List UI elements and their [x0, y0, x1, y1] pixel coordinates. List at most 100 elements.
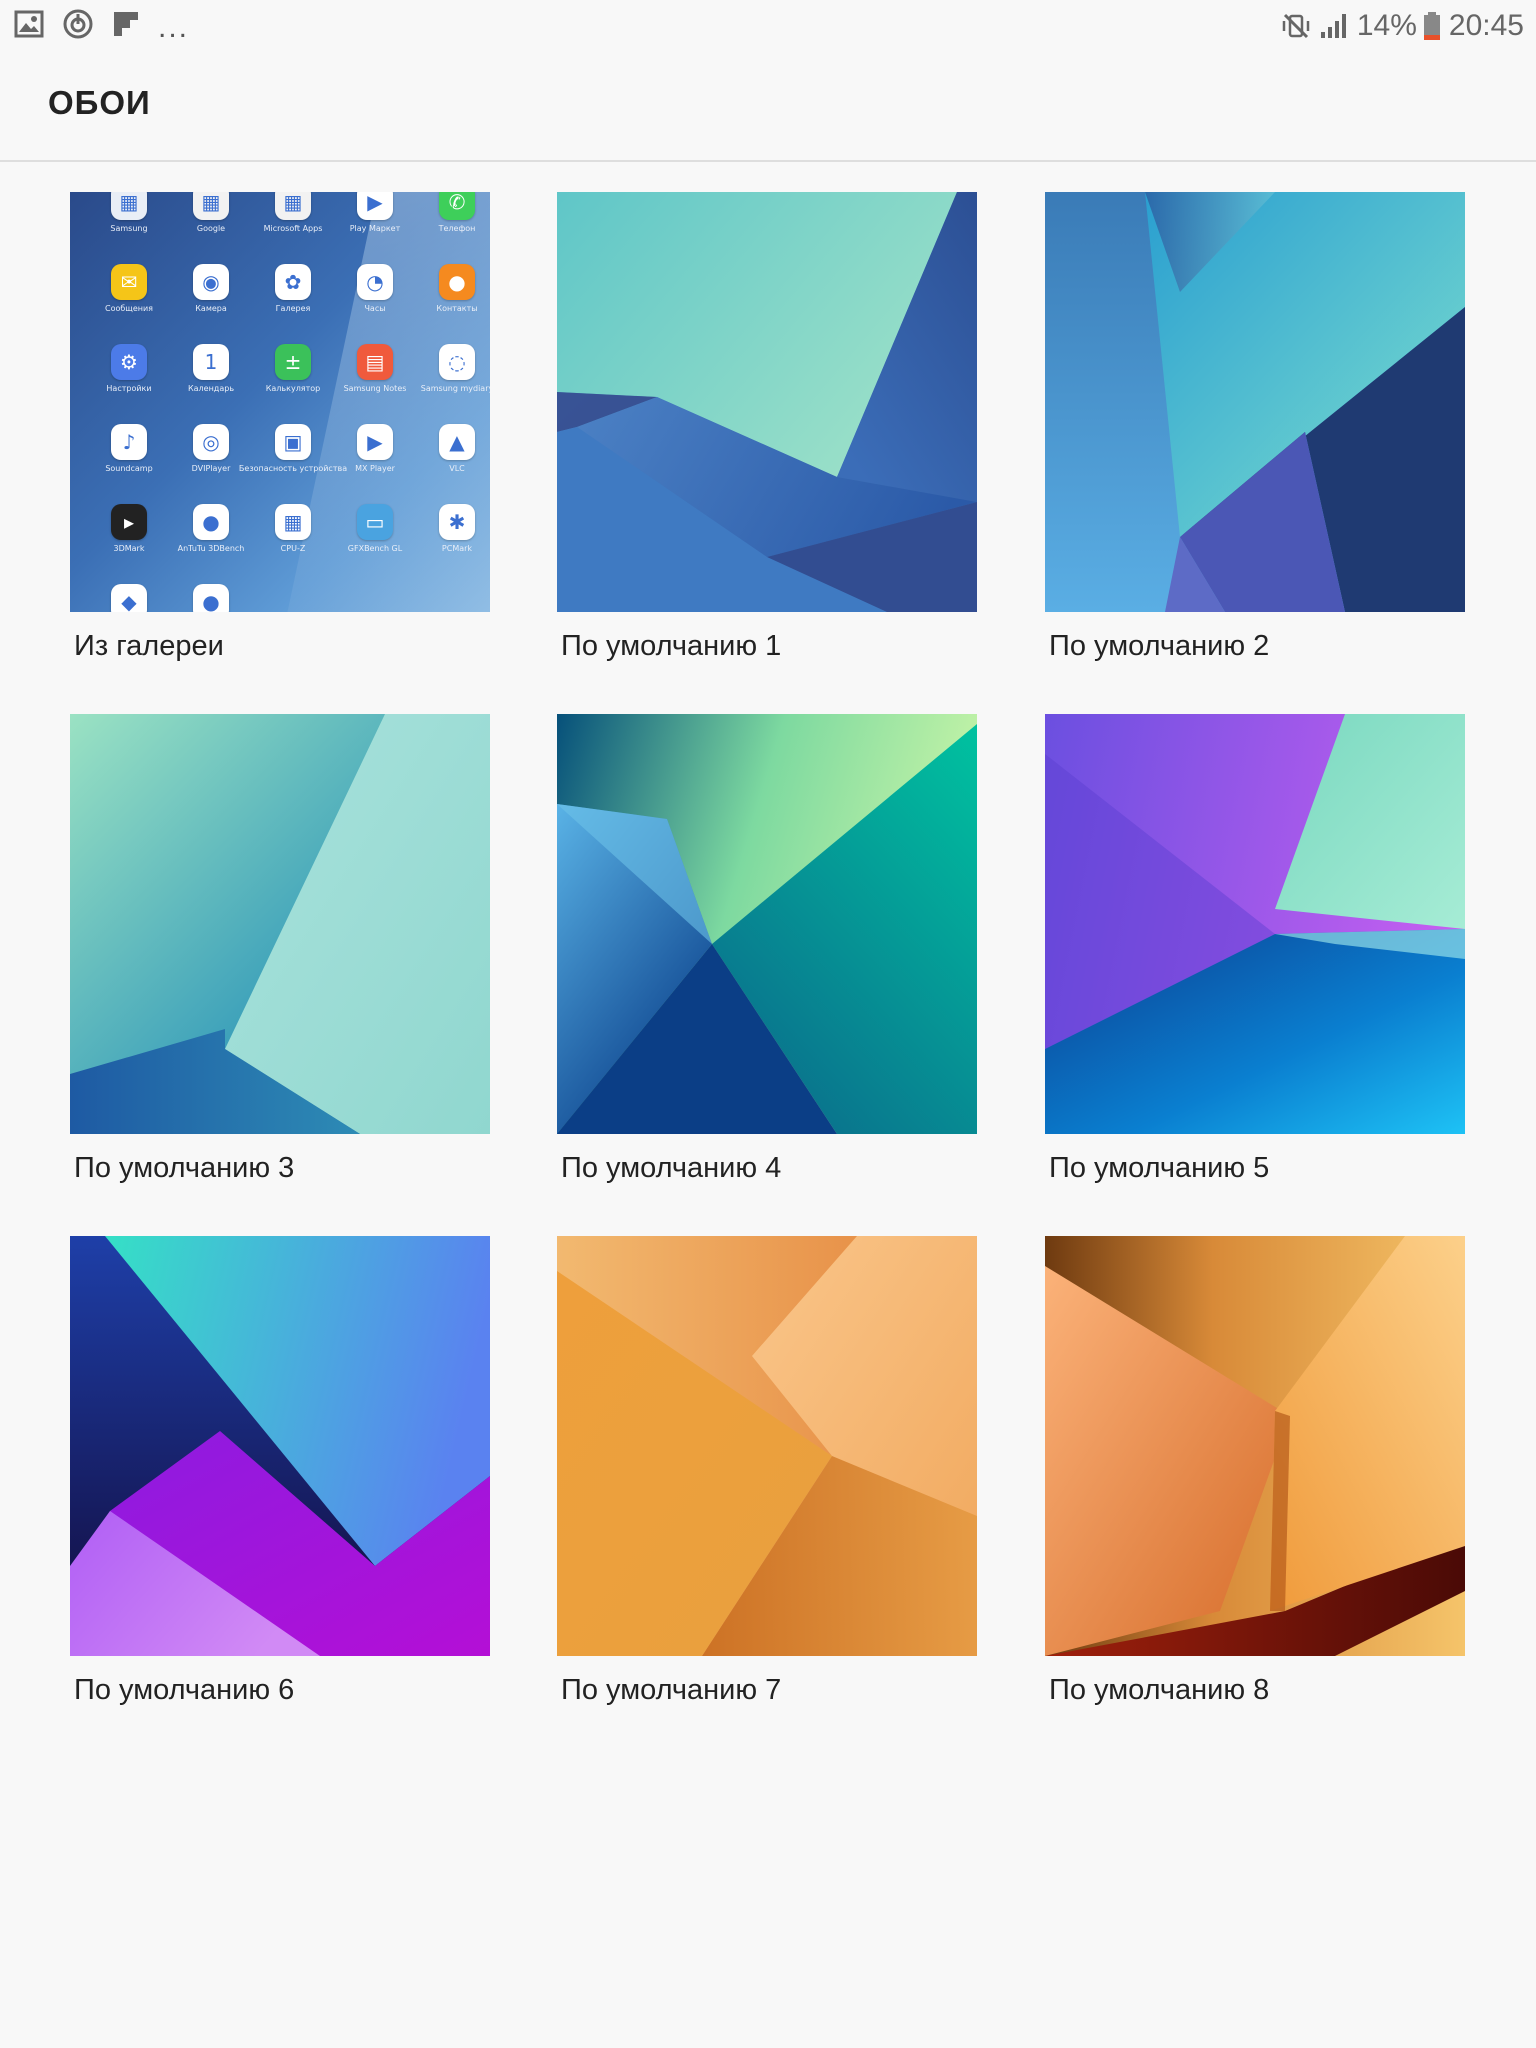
preview-app-label: CPU-Z: [280, 544, 306, 553]
preview-app-label: Безопасность устройства: [238, 464, 348, 473]
preview-app: ▦ Microsoft Apps: [252, 192, 334, 264]
preview-app-label: Play Маркет: [349, 224, 401, 233]
settings-icon: ⚙: [111, 344, 147, 380]
preview-app: ◆: [88, 584, 170, 612]
preview-app: ✱ PCMark: [416, 504, 490, 584]
gallery-tile[interactable]: ▦ Samsung ▦ Google ▦ Microsoft Apps ▶ Play Марк…: [70, 192, 490, 663]
notes-icon: ▤: [357, 344, 393, 380]
preview-app: ● AnTuTu 3DBench: [170, 504, 252, 584]
folder-icon: ▦: [193, 192, 229, 220]
wallpaper-thumbnail-7[interactable]: [557, 1236, 977, 1656]
messages-icon: ✉: [111, 264, 147, 300]
play-store-icon: ▶: [357, 192, 393, 220]
wallpaper-tile-2[interactable]: По умолчанию 2: [1045, 192, 1465, 663]
preview-app-label: Камера: [195, 304, 227, 313]
preview-app-label: AnTuTu 3DBench: [177, 544, 245, 553]
tile-label: По умолчанию 1: [561, 630, 782, 662]
preview-app-label: MX Player: [355, 464, 395, 473]
mydiary-icon: ◌: [439, 344, 475, 380]
status-bar: ... 14% 20:45: [0, 0, 1536, 52]
gallery-preview[interactable]: ▦ Samsung ▦ Google ▦ Microsoft Apps ▶ Play Марк…: [70, 192, 490, 612]
notification-icons: ...: [14, 8, 190, 44]
tile-label: По умолчанию 3: [74, 1152, 295, 1184]
preview-app: ◌ Samsung mydiary: [416, 344, 490, 424]
wallpaper-tile-7[interactable]: По умолчанию 7: [557, 1236, 977, 1707]
wallpaper-thumbnail-6[interactable]: [70, 1236, 490, 1656]
preview-app-label: Soundcamp: [105, 464, 153, 473]
preview-app: ✿ Галерея: [252, 264, 334, 344]
preview-app-label: 3DMark: [113, 544, 145, 553]
preview-app: ●: [170, 584, 252, 612]
battery-icon: [1423, 12, 1440, 40]
antutu-icon: ●: [193, 584, 229, 612]
tile-label: По умолчанию 7: [561, 1674, 782, 1706]
preview-app: ▭ GFXBench GL: [334, 504, 416, 584]
preview-app: ▶ MX Player: [334, 424, 416, 504]
dropbox-icon: ◆: [111, 584, 147, 612]
wallpaper-tile-1[interactable]: По умолчанию 1: [557, 192, 977, 663]
vibrate-mute-icon: [1282, 13, 1310, 39]
wallpaper-tile-3[interactable]: По умолчанию 3: [70, 714, 490, 1185]
camera-icon: ◉: [193, 264, 229, 300]
preview-app-label: Калькулятор: [265, 384, 321, 393]
app-bar: ОБОИ: [0, 52, 1536, 162]
wallpaper-thumbnail-1[interactable]: [557, 192, 977, 612]
wallpaper-thumbnail-5[interactable]: [1045, 714, 1465, 1134]
preview-app: ▣ Безопасность устройства: [239, 424, 347, 504]
power-icon: [63, 9, 93, 39]
wallpaper-thumbnail-8[interactable]: [1045, 1236, 1465, 1656]
wallpaper-thumbnail-3[interactable]: [70, 714, 490, 1134]
folder-icon: ▦: [275, 192, 311, 220]
preview-app: 1 Календарь: [170, 344, 252, 424]
cpu-z-icon: ▦: [275, 504, 311, 540]
preview-app: ▤ Samsung Notes: [334, 344, 416, 424]
preview-app-label: Телефон: [438, 224, 476, 233]
preview-app: ♪ Soundcamp: [88, 424, 170, 504]
preview-app-label: Настройки: [106, 384, 152, 393]
wallpaper-tile-8[interactable]: По умолчанию 8: [1045, 1236, 1465, 1707]
pcmark-icon: ✱: [439, 504, 475, 540]
wallpaper-thumbnail-4[interactable]: [557, 714, 977, 1134]
more-notifications-indicator: ...: [158, 11, 190, 44]
preview-app-label: Microsoft Apps: [263, 224, 323, 233]
preview-app-label: GFXBench GL: [347, 544, 403, 553]
preview-app: ● Контакты: [416, 264, 490, 344]
preview-app-grid: ▦ Samsung ▦ Google ▦ Microsoft Apps ▶ Play Марк…: [88, 192, 490, 612]
clock-icon: ◔: [357, 264, 393, 300]
preview-app-label: Samsung mydiary: [420, 384, 490, 393]
gfxbench-icon: ▭: [357, 504, 393, 540]
video-player-icon: ◎: [193, 424, 229, 460]
system-status: 14% 20:45: [1281, 6, 1524, 46]
preview-app: ▦ Samsung: [88, 192, 170, 264]
preview-app-label: Календарь: [187, 384, 235, 393]
wallpaper-tile-5[interactable]: По умолчанию 5: [1045, 714, 1465, 1185]
home-screen-preview: ▦ Samsung ▦ Google ▦ Microsoft Apps ▶ Play Марк…: [70, 192, 490, 612]
vlc-icon: ▲: [439, 424, 475, 460]
preview-app: ▲ VLC: [416, 424, 490, 504]
preview-app: ⚙ Настройки: [88, 344, 170, 424]
wallpaper-tile-6[interactable]: По умолчанию 6: [70, 1236, 490, 1707]
wallpaper-tile-4[interactable]: По умолчанию 4: [557, 714, 977, 1185]
clock: 20:45: [1448, 9, 1524, 42]
preview-app-label: DVIPlayer: [191, 464, 231, 473]
phone-icon: ✆: [439, 192, 475, 220]
tile-label: По умолчанию 4: [561, 1152, 782, 1184]
preview-app: ▶ Play Маркет: [334, 192, 416, 264]
image-icon: [14, 10, 44, 38]
tile-label: По умолчанию 6: [74, 1674, 295, 1706]
preview-app-label: VLC: [449, 464, 465, 473]
preview-app-label: Часы: [364, 304, 386, 313]
calendar-icon: 1: [193, 344, 229, 380]
tile-label: По умолчанию 5: [1049, 1152, 1270, 1184]
preview-app: ✉ Сообщения: [88, 264, 170, 344]
calculator-icon: ±: [275, 344, 311, 380]
preview-app: ✆ Телефон: [416, 192, 490, 264]
preview-app: ± Калькулятор: [252, 344, 334, 424]
tile-label: Из галереи: [74, 630, 224, 662]
preview-app-label: Контакты: [436, 304, 478, 313]
flipboard-icon: [114, 12, 138, 36]
contacts-icon: ●: [439, 264, 475, 300]
preview-app: ▦ Google: [170, 192, 252, 264]
wallpaper-thumbnail-2[interactable]: [1045, 192, 1465, 612]
preview-app: ▸ 3DMark: [88, 504, 170, 584]
